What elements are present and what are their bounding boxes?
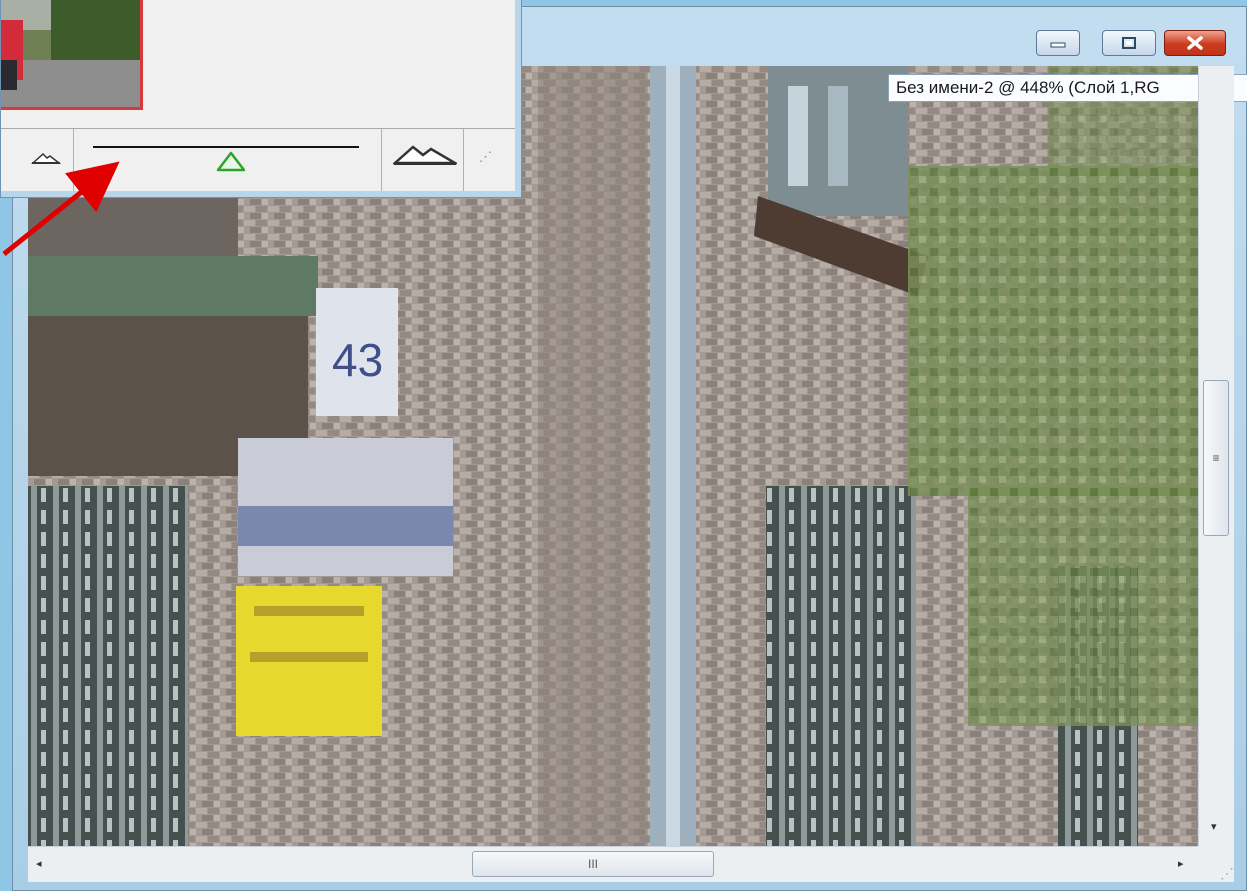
scroll-left-arrow-icon[interactable]: ◂ — [36, 857, 42, 870]
thumbnail-image — [1, 0, 140, 107]
zoom-in-mountain-icon[interactable] — [393, 143, 457, 167]
document-title: Без имени-2 @ 448% (Слой 1,RG — [888, 74, 1247, 102]
zoom-slider-handle-icon[interactable] — [214, 149, 248, 173]
vertical-scroll-thumb[interactable]: ≡ — [1203, 380, 1229, 536]
scroll-down-arrow-icon[interactable]: ▾ — [1211, 820, 1217, 833]
horizontal-thumb-grip: III — [587, 857, 598, 871]
minimize-button[interactable] — [1036, 30, 1080, 56]
vertical-scrollbar[interactable]: ≡ ▾ — [1198, 66, 1234, 846]
restore-icon — [1122, 37, 1136, 49]
resize-grip-icon[interactable]: ⋰ — [1198, 846, 1234, 882]
zoom-slider-track[interactable] — [93, 146, 359, 148]
house-number-text: 43 — [332, 334, 383, 386]
horizontal-scrollbar[interactable]: ◂ III ▸ — [28, 846, 1198, 882]
navigator-thumbnail[interactable] — [1, 0, 143, 110]
close-button[interactable] — [1164, 30, 1226, 56]
restore-button[interactable] — [1102, 30, 1156, 56]
separator — [463, 129, 464, 191]
panel-resize-grip-icon[interactable]: ⋰ — [479, 149, 492, 165]
annotation-arrow-icon — [2, 161, 120, 256]
scroll-right-arrow-icon[interactable]: ▸ — [1178, 857, 1184, 870]
minimize-icon — [1050, 42, 1066, 48]
vertical-thumb-grip: ≡ — [1212, 451, 1220, 465]
close-icon — [1187, 36, 1203, 50]
separator — [381, 129, 382, 191]
horizontal-scroll-thumb[interactable]: III — [472, 851, 714, 877]
